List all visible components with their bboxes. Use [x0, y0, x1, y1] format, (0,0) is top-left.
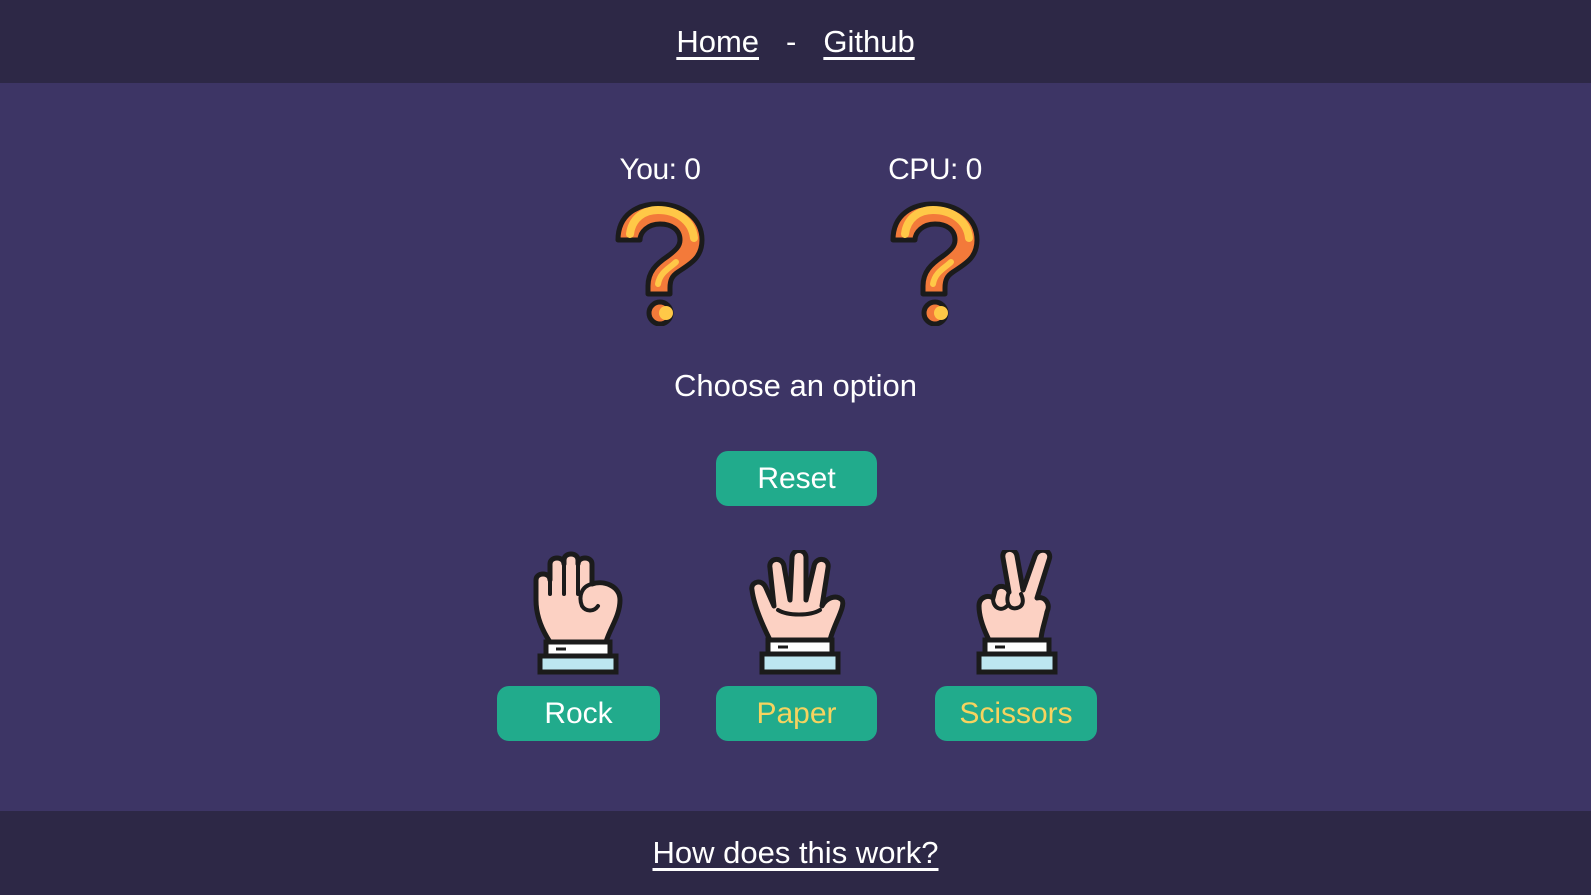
rock-button[interactable]: Rock — [497, 686, 660, 741]
how-it-works-link[interactable]: How does this work? — [652, 835, 938, 871]
game-area: You: 0 CPU: 0 Choose an option Reset Roc… — [0, 83, 1591, 811]
choose-prompt: Choose an option — [673, 368, 918, 403]
open-hand-icon[interactable] — [748, 548, 854, 676]
nav-separator: - — [786, 23, 797, 59]
fist-hand-icon[interactable] — [526, 550, 632, 676]
cpu-score: CPU: 0 — [888, 153, 982, 186]
question-mark-icon — [610, 200, 710, 327]
github-link[interactable]: Github — [823, 24, 914, 60]
footer: How does this work? — [0, 811, 1591, 895]
home-link[interactable]: Home — [676, 24, 759, 60]
scissors-button[interactable]: Scissors — [935, 686, 1097, 741]
question-mark-icon — [885, 200, 985, 327]
peace-hand-icon[interactable] — [965, 547, 1071, 676]
paper-button[interactable]: Paper — [716, 686, 877, 741]
player-score: You: 0 — [619, 153, 701, 186]
top-navigation: Home - Github — [0, 0, 1591, 83]
reset-button[interactable]: Reset — [716, 451, 877, 506]
